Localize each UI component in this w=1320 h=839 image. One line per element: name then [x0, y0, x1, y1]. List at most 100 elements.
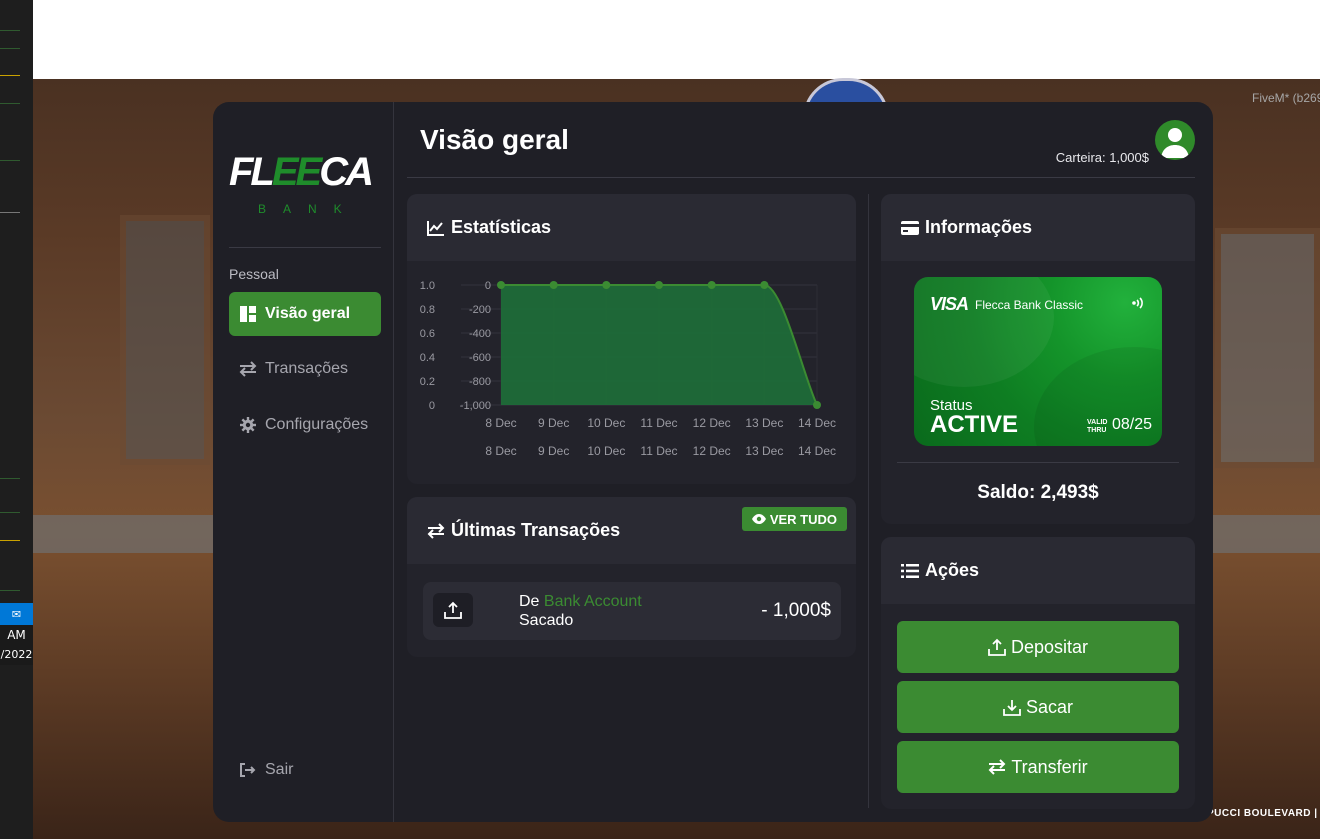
- fleeca-logo: FLEECA BANK: [229, 150, 384, 222]
- sidebar-item-label: Transações: [265, 360, 348, 377]
- chart-point: [602, 281, 611, 289]
- transaction-from: De Bank Account: [519, 593, 642, 611]
- chart-point: [760, 281, 769, 289]
- exchange-icon: [427, 522, 445, 539]
- chart-x-tick-secondary: 14 Dec: [798, 444, 836, 458]
- upload-icon: [988, 638, 1006, 656]
- exchange-icon: [239, 360, 257, 378]
- wallet-balance: Carteira: 1,000$: [1055, 150, 1149, 165]
- view-all-button[interactable]: VER TUDO: [741, 507, 847, 531]
- stats-chart: 0 1.0 -200 0.8 -400 0.6 -600 0.4 -800 0.2 -1,000 0 8…: [420, 280, 836, 458]
- transactions-card: Últimas Transações VER TUDO De Bank Acco…: [407, 497, 856, 657]
- eye-icon: [751, 514, 766, 524]
- transactions-title: Últimas Transações: [451, 520, 621, 540]
- chart-x-tick-secondary: 13 Dec: [745, 444, 783, 458]
- transaction-from-prefix: De: [519, 593, 540, 610]
- transaction-amount: - 1,000$: [761, 600, 831, 621]
- chart-y-tick: -400: [469, 328, 491, 340]
- gear-icon: [239, 416, 257, 434]
- user-avatar[interactable]: [1155, 120, 1195, 160]
- sidebar-item-label: Configurações: [265, 416, 369, 433]
- sidebar-divider: [229, 247, 381, 248]
- card-valid-thru: VALID THRU: [1087, 419, 1107, 435]
- host-desktop-strip: [0, 0, 33, 839]
- scene-window-right: [1215, 228, 1320, 468]
- chart-point: [655, 281, 663, 289]
- withdraw-button[interactable]: Sacar: [897, 681, 1179, 733]
- valid-line-2: THRU: [1087, 427, 1107, 434]
- chart-y-tick-secondary: 1.0: [420, 280, 435, 292]
- info-card-header: Informações: [881, 194, 1195, 261]
- chart-x-tick-secondary: 12 Dec: [693, 444, 731, 458]
- chart-point: [497, 281, 505, 289]
- sidebar-item-label: Visão geral: [265, 305, 351, 322]
- download-icon: [1003, 698, 1021, 716]
- card-name: Flecca Bank Classic: [975, 298, 1084, 312]
- chart-x-tick-secondary: 8 Dec: [485, 444, 516, 458]
- stats-card-header: Estatísticas: [407, 194, 856, 261]
- chart-y-tick: -200: [469, 304, 491, 316]
- withdraw-label: Sacar: [1025, 696, 1074, 717]
- card-expiry: 08/25: [1112, 416, 1153, 433]
- taskbar-time: AM: [0, 625, 33, 645]
- stats-card: Estatísticas 0 1.0 -200 0.8 -400 0.6 -600 0.4 -8…: [407, 194, 856, 484]
- chart-x-tick: 8 Dec: [485, 416, 516, 430]
- exchange-icon: [988, 759, 1006, 775]
- credit-card-icon: [901, 220, 919, 235]
- chart-x-tick: 12 Dec: [693, 416, 731, 430]
- sidebar: FLEECA BANK Pessoal Visão geral Transaçõ…: [213, 102, 394, 822]
- transaction-account: Bank Account: [543, 593, 642, 610]
- chart-point: [549, 281, 558, 289]
- chart-x-tick: 14 Dec: [798, 416, 836, 430]
- page-title: Visão geral: [420, 124, 569, 155]
- chart-point: [813, 401, 821, 409]
- street-label: PUCCI BOULEVARD |: [1207, 808, 1318, 819]
- transaction-row[interactable]: De Bank Account Sacado - 1,000$: [423, 582, 841, 640]
- chart-y-tick-secondary: 0.2: [420, 376, 435, 388]
- actions-title: Ações: [925, 560, 980, 580]
- chart-y-tick-secondary: 0.8: [420, 304, 435, 316]
- logo-text-fl: FL: [229, 150, 275, 194]
- upload-icon: [433, 593, 473, 627]
- sidebar-item-settings[interactable]: Configurações: [229, 403, 381, 447]
- chart-x-tick: 13 Dec: [745, 416, 783, 430]
- deposit-button[interactable]: Depositar: [897, 621, 1179, 673]
- chart-x-tick-secondary: 9 Dec: [538, 444, 569, 458]
- deposit-label: Depositar: [1010, 636, 1089, 657]
- notification-icon[interactable]: ✉: [0, 603, 33, 625]
- sign-out-icon: [239, 761, 257, 779]
- sidebar-item-overview[interactable]: Visão geral: [229, 292, 381, 336]
- bank-app-window: FLEECA BANK Pessoal Visão geral Transaçõ…: [213, 102, 1213, 822]
- column-divider: [868, 194, 869, 808]
- chart-x-tick: 9 Dec: [538, 416, 569, 430]
- chart-x-tick: 10 Dec: [587, 416, 625, 430]
- dashboard-icon: [239, 305, 257, 323]
- transfer-button[interactable]: Transferir: [897, 741, 1179, 793]
- chart-x-tick-secondary: 10 Dec: [587, 444, 625, 458]
- stats-title: Estatísticas: [451, 217, 552, 237]
- actions-card-header: Ações: [881, 537, 1195, 604]
- chart-y-tick-secondary: 0.6: [420, 328, 435, 340]
- chart-y-tick-secondary: 0: [429, 400, 435, 412]
- transfer-label: Transferir: [1011, 756, 1088, 777]
- sidebar-item-transactions[interactable]: Transações: [229, 347, 381, 391]
- contactless-icon: [1132, 295, 1146, 316]
- chart-point: [707, 281, 716, 289]
- list-icon: [901, 563, 919, 578]
- valid-line-1: VALID: [1087, 419, 1108, 426]
- user-icon: [1161, 128, 1189, 158]
- info-title: Informações: [925, 217, 1033, 237]
- bank-card: VISA Flecca Bank Classic Status ACTIVE V…: [914, 277, 1162, 446]
- chart-x-tick: 11 Dec: [640, 416, 677, 430]
- info-card: Informações VISA Flecca Bank Classic Sta…: [881, 194, 1195, 524]
- card-status: ACTIVE: [930, 411, 1019, 438]
- visa-logo: VISA: [930, 294, 969, 314]
- top-bar: Visão geral Carteira: 1,000$: [407, 102, 1195, 178]
- account-balance: Saldo: 2,493$: [977, 482, 1099, 503]
- logout-button[interactable]: Sair: [229, 748, 381, 792]
- chart-x-tick-secondary: 11 Dec: [640, 444, 677, 458]
- actions-card: Ações Depositar Sacar Transferir: [881, 537, 1195, 809]
- scene-window-left: [120, 215, 210, 465]
- chart-y-tick: -1,000: [460, 400, 491, 412]
- chart-y-tick: -600: [469, 352, 491, 364]
